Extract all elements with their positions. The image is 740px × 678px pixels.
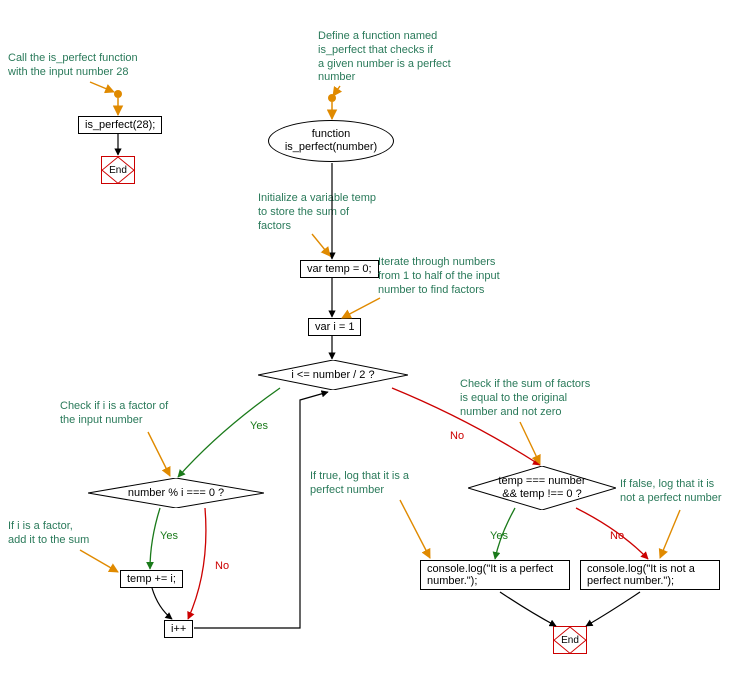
flowchart-canvas: Call the is_perfect function with the in… [0, 0, 740, 678]
process-i-inc: i++ [164, 620, 193, 638]
comment-check-sum: Check if the sum of factors is equal to … [460, 378, 615, 419]
label-loop-yes: Yes [250, 420, 268, 432]
decision-mod-cond: number % i === 0 ? [88, 478, 264, 508]
decision-sum-cond: temp === number && temp !== 0 ? [468, 466, 616, 510]
label-sum-yes: Yes [490, 530, 508, 542]
comment-add-to-sum: If i is a factor, add it to the sum [8, 520, 108, 548]
comment-if-false: If false, log that it is not a perfect n… [620, 478, 735, 506]
process-i-init: var i = 1 [308, 318, 361, 336]
decision-sum-cond-label: temp === number && temp !== 0 ? [468, 466, 616, 510]
label-loop-no: No [450, 430, 464, 442]
process-call-stmt: is_perfect(28); [78, 116, 162, 134]
process-log-false: console.log("It is not a perfect number.… [580, 560, 720, 590]
decision-mod-cond-label: number % i === 0 ? [88, 478, 264, 508]
end-left: End [101, 156, 135, 184]
comment-check-factor: Check if i is a factor of the input numb… [60, 400, 200, 428]
label-sum-no: No [610, 530, 624, 542]
comment-init-temp: Initialize a variable temp to store the … [258, 192, 408, 233]
process-temp-add: temp += i; [120, 570, 183, 588]
end-left-label: End [109, 165, 127, 176]
label-mod-no: No [215, 560, 229, 572]
decision-loop-cond: i <= number / 2 ? [258, 360, 408, 390]
terminator-func-decl: function is_perfect(number) [268, 120, 394, 162]
label-mod-yes: Yes [160, 530, 178, 542]
comment-call-fn: Call the is_perfect function with the in… [8, 52, 158, 80]
decision-loop-cond-label: i <= number / 2 ? [258, 360, 408, 390]
comment-iterate: Iterate through numbers from 1 to half o… [378, 256, 528, 297]
end-right: End [553, 626, 587, 654]
process-temp-init: var temp = 0; [300, 260, 379, 278]
process-log-true: console.log("It is a perfect number."); [420, 560, 570, 590]
end-right-label: End [561, 635, 579, 646]
comment-define-fn: Define a function named is_perfect that … [318, 30, 473, 85]
comment-if-true: If true, log that it is a perfect number [310, 470, 440, 498]
